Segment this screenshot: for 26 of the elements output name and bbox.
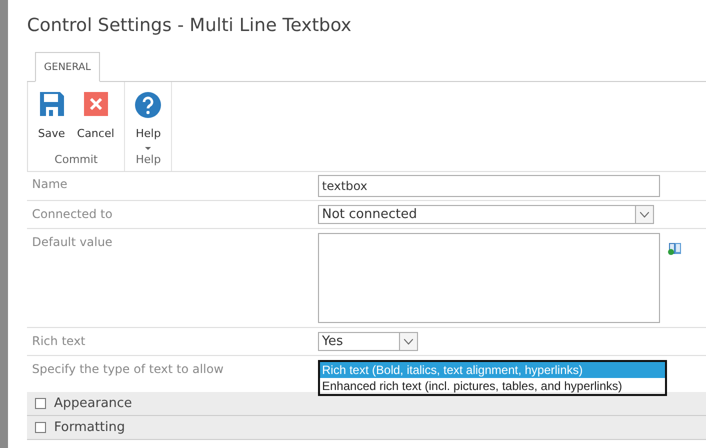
cancel-button[interactable]: Cancel (73, 92, 118, 152)
section-header[interactable]: Appearance (27, 392, 706, 416)
dropdown[interactable]: Yes (318, 332, 418, 351)
close-icon (84, 92, 108, 116)
field-label: Rich text (31, 333, 86, 350)
window-title: Control Settings - Multi Line Textbox (27, 14, 352, 38)
checkbox-icon (35, 398, 46, 409)
section-header[interactable]: Formatting (27, 416, 706, 440)
section-title: Appearance (54, 394, 132, 413)
save-icon (40, 92, 64, 116)
help-button[interactable]: Help (131, 92, 166, 152)
list-option[interactable]: Enhanced rich text (incl. pictures, tables, and hyperlinks) (320, 378, 665, 394)
dropdown[interactable]: Not connected (318, 205, 654, 224)
book-icon[interactable] (668, 242, 682, 255)
field-label: Connected to (31, 206, 114, 223)
field-label: Default value (31, 234, 114, 251)
help-icon (135, 92, 162, 118)
tab[interactable]: GENERAL (35, 52, 100, 82)
checkbox-icon (35, 422, 46, 433)
input-field[interactable]: textbox (318, 175, 660, 197)
group-label: Help (134, 152, 162, 168)
save-button[interactable]: Save (34, 92, 70, 152)
group-label: Commit (54, 152, 99, 168)
field-label: Name (31, 176, 68, 193)
field-label: Specify the type of text to allow (31, 361, 225, 378)
section-title: Formatting (54, 418, 126, 437)
